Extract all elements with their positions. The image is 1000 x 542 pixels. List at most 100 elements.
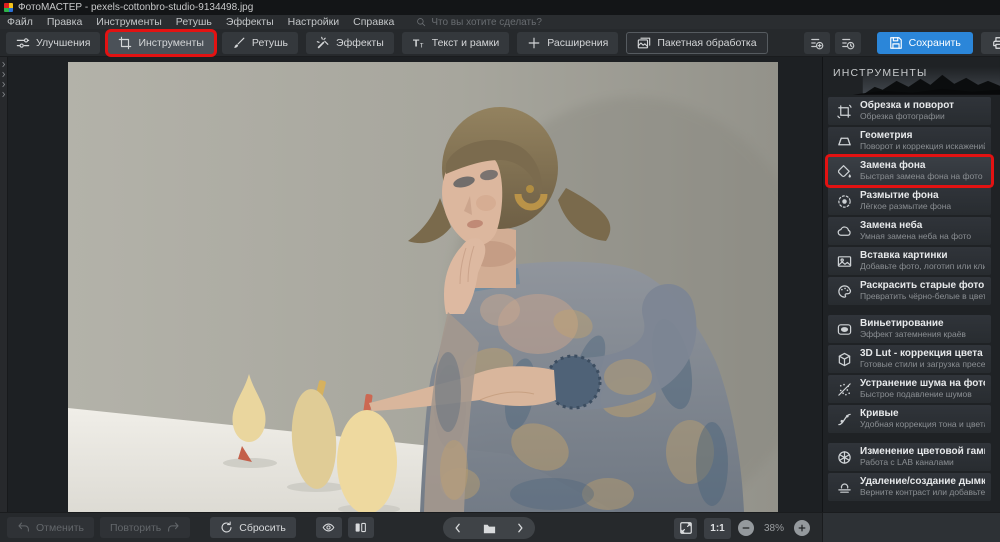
menu-effects[interactable]: Эффекты <box>226 16 274 28</box>
svg-text:T: T <box>413 37 420 49</box>
tool-insert-image-subtitle: Добавьте фото, логотип или клипарт <box>860 262 985 272</box>
window-titlebar: ФотоМАСТЕР - pexels-cottonbro-studio-913… <box>0 0 1000 15</box>
undo-icon <box>17 521 30 534</box>
zoom-controls: 1:1 38% <box>674 517 810 539</box>
tool-background-replace[interactable]: Замена фонаБыстрая замена фона на фото <box>828 157 991 185</box>
vignette-icon <box>837 322 852 337</box>
tool-geometry[interactable]: ГеометрияПоворот и коррекция искажений <box>828 127 991 155</box>
tab-retouch-label: Ретушь <box>252 37 288 49</box>
tool-color-gamma-subtitle: Работа с LAB каналами <box>860 458 985 468</box>
eye-icon <box>322 521 335 534</box>
sidebar-header: ИНСТРУМЕНТЫ <box>823 57 1000 95</box>
search-placeholder: Что вы хотите сделать? <box>431 17 542 28</box>
geometry-icon <box>837 134 852 149</box>
collapsed-panel-strip[interactable] <box>0 57 8 512</box>
reset-icon <box>220 521 233 534</box>
menu-edit[interactable]: Правка <box>47 16 82 28</box>
zoom-in-button[interactable] <box>794 520 810 536</box>
tool-denoise[interactable]: Устранение шума на фотоБыстрое подавлени… <box>828 375 991 403</box>
reset-button[interactable]: Сбросить <box>210 517 296 538</box>
preview-original-button[interactable] <box>316 517 342 538</box>
tool-haze-subtitle: Верните контраст или добавьте туман <box>860 488 985 498</box>
color-wheel-icon <box>837 450 852 465</box>
preset-add-icon <box>810 36 824 50</box>
bottombar-sidebar-section <box>822 513 1000 542</box>
tab-batch-label: Пакетная обработка <box>657 37 756 49</box>
noise-icon <box>837 382 852 397</box>
redo-button[interactable]: Повторить <box>100 517 190 538</box>
tool-crop-rotate[interactable]: Обрезка и поворотОбрезка фотографии <box>828 97 991 125</box>
chevron-right-icon <box>0 71 7 78</box>
tool-geometry-subtitle: Поворот и коррекция искажений <box>860 142 985 152</box>
chevron-right-icon <box>0 91 7 98</box>
svg-text:т: т <box>420 40 424 49</box>
tab-retouch[interactable]: Ретушь <box>222 32 298 54</box>
next-photo-icon[interactable] <box>514 522 526 534</box>
menu-settings[interactable]: Настройки <box>288 16 340 28</box>
menubar: Файл Правка Инструменты Ретушь Эффекты Настро… <box>0 15 1000 29</box>
crop-icon <box>118 36 132 50</box>
search-icon <box>416 17 426 27</box>
preset-add-button[interactable] <box>804 32 830 54</box>
haze-icon <box>837 480 852 495</box>
tool-3d-lut[interactable]: 3D Lut - коррекция цветаГотовые стили и … <box>828 345 991 373</box>
tool-background-replace-subtitle: Быстрая замена фона на фото <box>860 172 983 182</box>
tool-sky-replace[interactable]: Замена небаУмная замена неба на фото <box>828 217 991 245</box>
tool-background-blur-subtitle: Лёгкое размытие фона <box>860 202 951 212</box>
window-title: ФотоМАСТЕР - pexels-cottonbro-studio-913… <box>18 2 253 13</box>
menu-help[interactable]: Справка <box>353 16 394 28</box>
tool-crop-rotate-subtitle: Обрезка фотографии <box>860 112 954 122</box>
preset-history-button[interactable] <box>835 32 861 54</box>
compare-before-after-button[interactable] <box>348 517 374 538</box>
tool-insert-image[interactable]: Вставка картинкиДобавьте фото, логотип и… <box>828 247 991 275</box>
tool-background-blur[interactable]: Размытие фонаЛёгкое размытие фона <box>828 187 991 215</box>
tab-enhancements[interactable]: Улучшения <box>6 32 100 54</box>
print-button[interactable]: Печать <box>981 32 1000 54</box>
tool-colorize[interactable]: Раскрасить старые фотоПревратить чёрно-б… <box>828 277 991 305</box>
tab-effects[interactable]: Эффекты <box>306 32 394 54</box>
tab-effects-label: Эффекты <box>336 37 384 49</box>
zoom-level-value: 38% <box>761 523 787 534</box>
tab-tools[interactable]: Инструменты <box>108 32 213 54</box>
menu-retouch[interactable]: Ретушь <box>176 16 212 28</box>
crop-rotate-icon <box>837 104 852 119</box>
menu-file[interactable]: Файл <box>7 16 33 28</box>
toolbar: Улучшения Инструменты Ретушь Эффекты TтТекст… <box>0 29 1000 57</box>
bucket-icon <box>837 164 852 179</box>
tool-colorize-subtitle: Превратить чёрно-белые в цветные <box>860 292 985 302</box>
menu-search[interactable]: Что вы хотите сделать? <box>416 17 542 28</box>
tool-vignette[interactable]: ВиньетированиеЭффект затемнения краёв <box>828 315 991 343</box>
tool-denoise-subtitle: Быстрое подавление шумов <box>860 390 985 400</box>
curves-icon <box>837 412 852 427</box>
folder-icon[interactable] <box>482 521 497 536</box>
print-icon <box>992 36 1000 50</box>
app-logo-icon <box>4 3 13 12</box>
previous-photo-icon[interactable] <box>452 522 464 534</box>
tool-color-gamma[interactable]: Изменение цветовой гаммыРабота с LAB кан… <box>828 443 991 471</box>
redo-icon <box>167 521 180 534</box>
tab-batch[interactable]: Пакетная обработка <box>626 32 767 54</box>
blur-icon <box>837 194 852 209</box>
text-icon: Tт <box>412 36 426 50</box>
palette-icon <box>837 284 852 299</box>
chevron-right-icon <box>0 81 7 88</box>
minus-icon <box>741 523 751 533</box>
tab-enhancements-label: Улучшения <box>36 37 90 49</box>
fit-to-screen-button[interactable] <box>674 518 697 539</box>
undo-button[interactable]: Отменить <box>7 517 94 538</box>
tab-extensions[interactable]: Расширения <box>517 32 618 54</box>
save-button[interactable]: Сохранить <box>877 32 973 54</box>
insert-image-icon <box>837 254 852 269</box>
sliders-icon <box>16 36 30 50</box>
menu-tools[interactable]: Инструменты <box>96 16 161 28</box>
compare-icon <box>354 521 367 534</box>
actual-size-button[interactable]: 1:1 <box>704 518 731 539</box>
tab-text-frames[interactable]: TтТекст и рамки <box>402 32 510 54</box>
wand-icon <box>316 36 330 50</box>
tool-3d-lut-subtitle: Готовые стили и загрузка пресетов <box>860 360 985 370</box>
tool-haze[interactable]: Удаление/создание дымкиВерните контраст … <box>828 473 991 501</box>
zoom-out-button[interactable] <box>738 520 754 536</box>
brush-icon <box>232 36 246 50</box>
photo-canvas <box>0 57 822 512</box>
tool-curves[interactable]: КривыеУдобная коррекция тона и цвета <box>828 405 991 433</box>
